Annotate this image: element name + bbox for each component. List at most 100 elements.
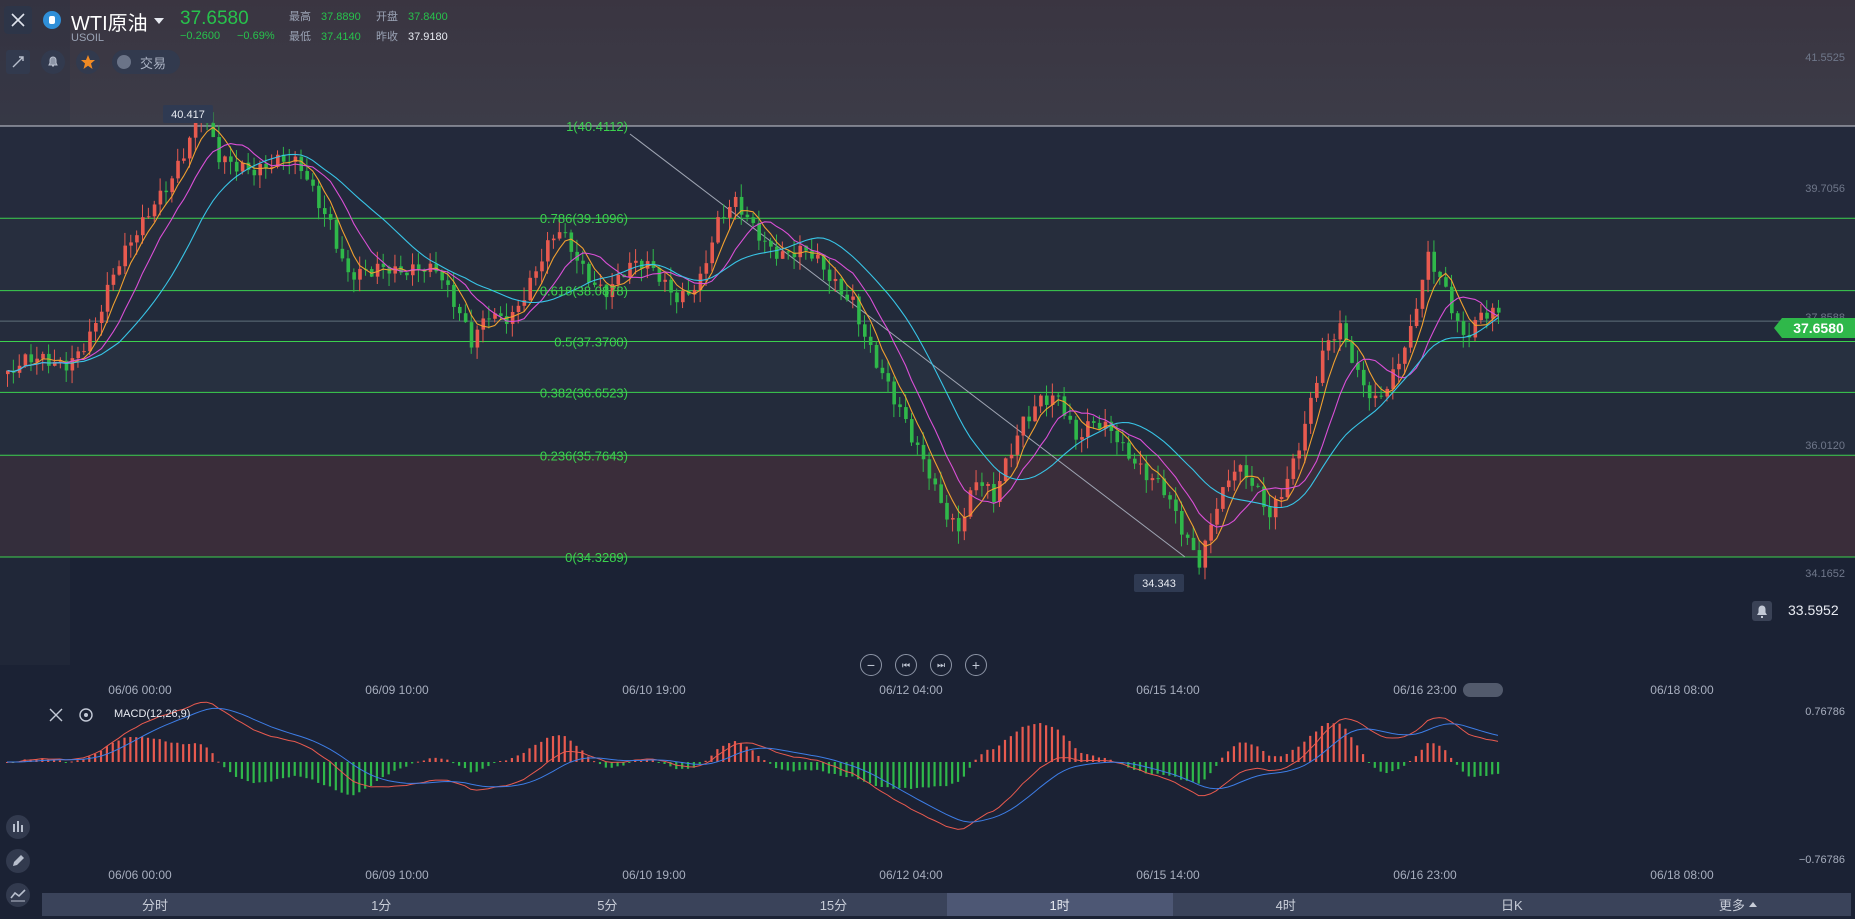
macd-bar	[170, 742, 173, 762]
macd-bar	[82, 759, 85, 762]
macd-bar	[405, 762, 408, 767]
fib-band	[0, 290, 1855, 342]
macd-bar	[1097, 757, 1101, 762]
stat-prev-close: 昨收 37.9180	[376, 31, 448, 43]
macd-bar	[463, 762, 467, 769]
macd-bar	[205, 747, 208, 762]
x-tick: 06/06 00:00	[108, 683, 172, 697]
tab-4hour[interactable]: 4时	[1173, 893, 1399, 916]
macd-bar	[1361, 754, 1365, 762]
zoom-in-button[interactable]: +	[965, 654, 987, 676]
macd-bar	[792, 762, 795, 772]
macd-bar	[827, 762, 830, 774]
macd-bar	[457, 762, 461, 766]
favorite-button[interactable]	[76, 50, 100, 74]
alert-bell-icon[interactable]	[1752, 601, 1772, 621]
macd-bar	[851, 762, 854, 777]
macd-bar	[199, 744, 202, 762]
fib-band	[0, 455, 1855, 557]
macd-bar	[328, 762, 332, 787]
macd-bar	[1444, 750, 1447, 762]
scroll-handle[interactable]	[1463, 683, 1503, 697]
tab-1hour[interactable]: 1时	[946, 893, 1173, 916]
macd-bar	[816, 762, 819, 770]
tab-daily[interactable]: 日K	[1399, 893, 1625, 916]
star-icon	[81, 55, 95, 69]
macd-bar	[88, 756, 91, 762]
tab-1min[interactable]: 1分	[268, 893, 494, 916]
trade-button[interactable]: 交易	[112, 50, 180, 74]
macd-bar	[1496, 762, 1500, 774]
macd-bar	[780, 762, 784, 770]
tab-15min[interactable]: 15分	[720, 893, 946, 916]
macd-bar	[317, 762, 320, 783]
macd-bar	[1021, 726, 1024, 762]
macd-bar	[270, 762, 273, 782]
macd-bar	[563, 736, 566, 762]
macd-bar	[1221, 757, 1224, 762]
macd-bar	[1332, 723, 1335, 762]
chevron-down-icon[interactable]	[154, 18, 164, 24]
settings-icon[interactable]	[78, 707, 94, 723]
stat-high: 最高 37.8890	[289, 11, 361, 23]
macd-bar	[1015, 731, 1018, 762]
draw-tool-icon	[12, 56, 24, 68]
macd-bar	[305, 762, 308, 779]
macd-bar	[129, 736, 132, 762]
macd-bar	[833, 762, 836, 774]
macd-bar	[1244, 742, 1247, 762]
left-shade	[0, 0, 70, 665]
x-tick: 06/10 19:00	[622, 868, 686, 882]
tab-fenshi[interactable]: 分时	[42, 893, 268, 916]
macd-bar	[276, 762, 279, 780]
scroll-end-button[interactable]: ⏭	[930, 654, 952, 676]
macd-x-axis: 06/06 00:00 06/09 10:00 06/10 19:00 06/1…	[0, 862, 1855, 888]
zoom-out-button[interactable]: −	[860, 654, 882, 676]
macd-bar	[628, 762, 631, 763]
macd-bar	[499, 760, 502, 762]
macd-bar	[223, 762, 226, 768]
macd-bar	[299, 762, 302, 777]
main-price-chart[interactable]: 1(40.4112) 0.786(39.1096) 0.618(38.0878) 0.…	[0, 0, 1855, 665]
macd-bar	[593, 761, 596, 763]
macd-bar	[604, 762, 607, 768]
macd-bar	[452, 762, 455, 764]
caret-up-icon	[1748, 902, 1757, 907]
macd-bar	[510, 758, 514, 762]
macd-bar	[1156, 762, 1159, 774]
close-icon[interactable]	[48, 707, 64, 723]
macd-bar	[769, 762, 772, 764]
macd-bar	[945, 762, 948, 787]
macd-bar	[234, 762, 238, 777]
x-tick: 06/15 14:00	[1136, 868, 1200, 882]
candle	[1003, 457, 1008, 484]
macd-bar	[293, 762, 296, 776]
list-icon	[117, 55, 131, 69]
macd-bar	[340, 762, 343, 793]
macd-bar	[657, 762, 660, 763]
macd-bar	[422, 760, 425, 762]
high-marker: 40.417	[163, 105, 213, 123]
macd-bar	[1473, 762, 1476, 777]
tab-5min[interactable]: 5分	[494, 893, 720, 916]
macd-bar	[1467, 762, 1470, 777]
close-button[interactable]	[4, 6, 32, 34]
macd-bar	[1033, 724, 1036, 762]
macd-bar	[639, 760, 643, 762]
alert-button[interactable]	[41, 50, 65, 74]
macd-bar	[193, 743, 197, 762]
macd-bar	[904, 762, 907, 788]
macd-bar	[146, 737, 150, 762]
trend-button[interactable]	[6, 883, 30, 907]
macd-bar	[951, 762, 954, 784]
pencil-button[interactable]	[6, 849, 30, 873]
tab-more[interactable]: 更多	[1625, 893, 1851, 916]
macd-bar	[1197, 762, 1200, 784]
macd-bar	[229, 762, 232, 773]
scroll-start-button[interactable]: ⏮	[895, 654, 917, 676]
x-tick: 06/10 19:00	[622, 683, 686, 697]
draw-tool-button[interactable]	[6, 50, 30, 74]
macd-bar	[176, 742, 179, 762]
macd-bar	[164, 741, 167, 762]
indicator-button[interactable]	[6, 815, 30, 839]
